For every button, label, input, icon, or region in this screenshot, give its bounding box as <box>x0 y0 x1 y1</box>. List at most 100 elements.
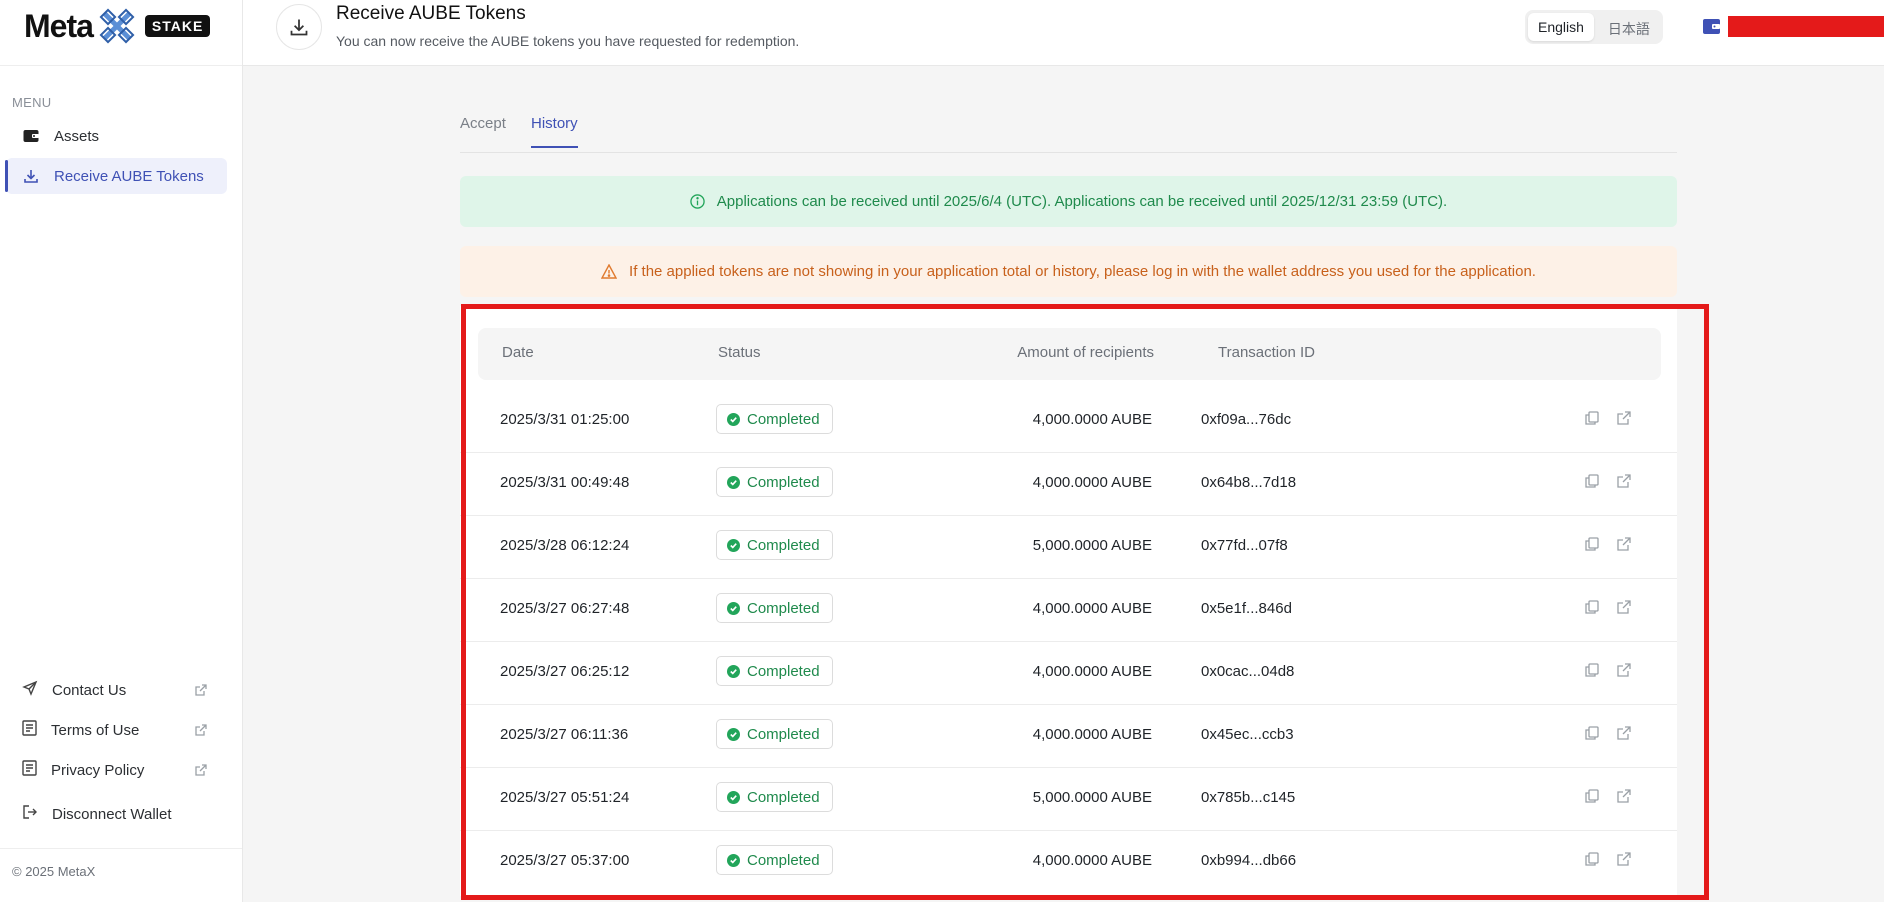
row-date: 2025/3/27 05:37:00 <box>500 852 630 869</box>
app-root: Meta STAKE MENU Assets Receive AUBE Toke… <box>0 0 1884 902</box>
row-transaction-id: 0x45ec...ccb3 <box>1201 726 1294 743</box>
external-link-icon <box>195 724 207 736</box>
status-badge: Completed <box>716 467 833 497</box>
copyright: © 2025 MetaX <box>12 864 96 879</box>
table-row: 2025/3/31 01:25:00 Completed 4,000.0000 AU… <box>460 390 1677 453</box>
row-amount: 4,000.0000 AUBE <box>1032 600 1152 617</box>
brand-word: Meta <box>24 7 94 44</box>
copy-icon[interactable] <box>1584 410 1600 426</box>
check-circle-icon <box>727 538 740 552</box>
menu-label: MENU <box>12 95 52 110</box>
sidebar-item-label: Assets <box>54 127 100 145</box>
check-circle-icon <box>727 727 740 741</box>
warning-alert: If the applied tokens are not showing in… <box>460 246 1677 297</box>
status-badge: Completed <box>716 593 833 623</box>
row-transaction-id: 0x77fd...07f8 <box>1201 537 1288 554</box>
copy-icon[interactable] <box>1584 662 1600 678</box>
external-link-icon[interactable] <box>1616 536 1632 552</box>
status-text: Completed <box>747 599 820 617</box>
download-icon <box>276 4 322 50</box>
external-link-icon[interactable] <box>1616 851 1632 867</box>
external-link-icon[interactable] <box>1616 473 1632 489</box>
copy-icon[interactable] <box>1584 473 1600 489</box>
document-icon <box>22 760 37 780</box>
language-japanese-button[interactable]: 日本語 <box>1598 13 1660 41</box>
column-header-transaction-id: Transaction ID <box>1218 344 1315 361</box>
row-transaction-id: 0x785b...c145 <box>1201 789 1296 806</box>
info-alert-text: Applications can be received until 2025/… <box>716 193 1448 210</box>
copy-icon[interactable] <box>1584 536 1600 552</box>
table-row: 2025/3/31 00:49:48 Completed 4,000.0000 AU… <box>460 453 1677 516</box>
status-text: Completed <box>747 662 820 680</box>
row-transaction-id: 0xf09a...76dc <box>1201 411 1292 428</box>
row-date: 2025/3/31 00:49:48 <box>500 474 630 491</box>
check-circle-icon <box>727 790 740 804</box>
sidebar-link-label: Contact Us <box>52 681 127 699</box>
tab-accept[interactable]: Accept <box>460 115 506 146</box>
sidebar-link-terms[interactable]: Terms of Use <box>6 714 216 746</box>
disconnect-wallet-button[interactable]: Disconnect Wallet <box>6 798 216 830</box>
page-subtitle: You can now receive the AUBE tokens you … <box>336 33 800 49</box>
sidebar-link-privacy[interactable]: Privacy Policy <box>6 754 216 786</box>
sidebar-item-assets[interactable]: Assets <box>6 118 227 154</box>
table-row: 2025/3/27 05:51:24 Completed 5,000.0000 AU… <box>460 768 1677 831</box>
row-amount: 4,000.0000 AUBE <box>1032 663 1152 680</box>
external-link-icon[interactable] <box>1616 788 1632 804</box>
check-circle-icon <box>727 475 740 489</box>
table-row: 2025/3/28 06:12:24 Completed 5,000.0000 AU… <box>460 516 1677 579</box>
external-link-icon <box>195 684 207 696</box>
table-header: Date Status Amount of recipients Transac… <box>478 328 1661 380</box>
account-address-redacted[interactable] <box>1728 16 1884 37</box>
brand-logo[interactable]: Meta STAKE <box>24 7 211 44</box>
copy-icon[interactable] <box>1584 725 1600 741</box>
status-text: Completed <box>747 725 820 743</box>
external-link-icon[interactable] <box>1616 662 1632 678</box>
wallet-icon <box>22 127 40 145</box>
tab-history[interactable]: History <box>531 115 578 148</box>
row-amount: 4,000.0000 AUBE <box>1032 411 1152 428</box>
check-circle-icon <box>727 601 740 615</box>
sidebar-item-receive-aube[interactable]: Receive AUBE Tokens <box>5 158 227 194</box>
status-text: Completed <box>747 851 820 869</box>
wallet-icon[interactable] <box>1703 18 1720 35</box>
info-icon <box>690 194 705 209</box>
sidebar-link-contact-us[interactable]: Contact Us <box>6 674 216 706</box>
sidebar-link-label: Privacy Policy <box>51 761 145 779</box>
status-badge: Completed <box>716 845 833 875</box>
table-row: 2025/3/27 06:25:12 Completed 4,000.0000 AU… <box>460 642 1677 705</box>
copy-icon[interactable] <box>1584 788 1600 804</box>
external-link-icon[interactable] <box>1616 725 1632 741</box>
sidebar-divider <box>0 65 242 66</box>
status-text: Completed <box>747 536 820 554</box>
check-circle-icon <box>727 412 740 426</box>
row-transaction-id: 0xb994...db66 <box>1201 852 1297 869</box>
brand-badge: STAKE <box>144 15 211 37</box>
status-text: Completed <box>747 410 820 428</box>
copy-icon[interactable] <box>1584 851 1600 867</box>
row-amount: 4,000.0000 AUBE <box>1032 726 1152 743</box>
send-icon <box>22 680 38 700</box>
history-table: Date Status Amount of recipients Transac… <box>460 306 1677 896</box>
column-header-amount: Amount of recipients <box>1017 344 1154 361</box>
download-icon <box>22 167 40 185</box>
row-amount: 5,000.0000 AUBE <box>1032 537 1152 554</box>
table-row: 2025/3/27 06:27:48 Completed 4,000.0000 AU… <box>460 579 1677 642</box>
external-link-icon <box>195 764 207 776</box>
status-badge: Completed <box>716 719 833 749</box>
row-amount: 4,000.0000 AUBE <box>1032 474 1152 491</box>
status-badge: Completed <box>716 404 833 434</box>
sidebar-link-label: Terms of Use <box>51 721 140 739</box>
copy-icon[interactable] <box>1584 599 1600 615</box>
external-link-icon[interactable] <box>1616 410 1632 426</box>
external-link-icon[interactable] <box>1616 599 1632 615</box>
row-transaction-id: 0x5e1f...846d <box>1201 600 1292 617</box>
row-date: 2025/3/27 05:51:24 <box>500 789 630 806</box>
warning-icon <box>601 264 618 279</box>
row-date: 2025/3/31 01:25:00 <box>500 411 630 428</box>
language-toggle: English 日本語 <box>1525 10 1663 44</box>
status-badge: Completed <box>716 656 833 686</box>
language-english-button[interactable]: English <box>1528 13 1594 41</box>
row-date: 2025/3/28 06:12:24 <box>500 537 630 554</box>
table-row: 2025/3/27 05:37:00 Completed 4,000.0000 AU… <box>460 831 1677 894</box>
status-badge: Completed <box>716 530 833 560</box>
